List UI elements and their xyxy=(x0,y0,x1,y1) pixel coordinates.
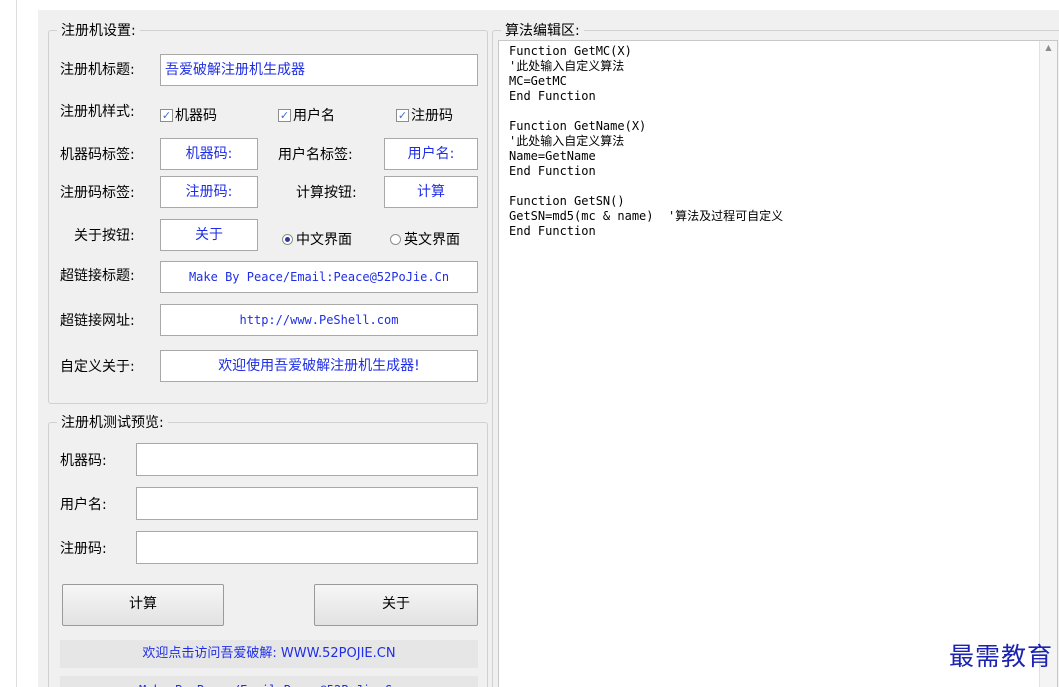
preview-footer-text: Make By Peace/Email:Peace@52PoJie.Cn xyxy=(60,676,478,687)
title-input[interactable]: 吾爱破解注册机生成器 xyxy=(160,54,478,86)
preview-mc-input[interactable] xyxy=(136,443,478,476)
checkbox-checked-icon: ✓ xyxy=(396,108,409,122)
preview-name-input[interactable] xyxy=(136,487,478,520)
preview-legend: 注册机测试预览: xyxy=(61,415,164,431)
preview-about-button[interactable]: 关于 xyxy=(314,584,478,626)
code-text: Function GetMC(X) '此处输入自定义算法 MC=GetMC En… xyxy=(509,44,784,238)
scroll-up-arrow-icon[interactable]: ▲ xyxy=(1040,43,1057,52)
link-url-input[interactable]: http://www.PeShell.com xyxy=(160,304,478,336)
name-label-label: 用户名标签: xyxy=(278,147,353,163)
radio-chinese-ui[interactable]: 中文界面 xyxy=(282,229,352,249)
style-checkbox-reg-code[interactable]: ✓ 注册码 xyxy=(396,105,453,125)
style-label: 注册机样式: xyxy=(60,104,135,120)
mc-label-input[interactable]: 机器码: xyxy=(160,138,258,170)
sn-label-input[interactable]: 注册码: xyxy=(160,176,258,208)
watermark: 最需教育 xyxy=(948,642,1053,671)
title-label: 注册机标题: xyxy=(60,62,135,78)
editor-legend: 算法编辑区: xyxy=(505,23,580,39)
preview-mc-label: 机器码: xyxy=(60,453,107,469)
sn-label-label: 注册码标签: xyxy=(60,185,135,201)
mc-label-label: 机器码标签: xyxy=(60,147,135,163)
preview-name-label: 用户名: xyxy=(60,497,107,513)
calc-btn-input[interactable]: 计算 xyxy=(384,176,478,208)
style-checkbox-machine-code[interactable]: ✓ 机器码 xyxy=(160,105,217,125)
checkbox-checked-icon: ✓ xyxy=(278,108,291,122)
preview-calc-button[interactable]: 计算 xyxy=(62,584,224,626)
lang-option-label: 英文界面 xyxy=(404,232,460,248)
left-divider xyxy=(16,0,17,687)
preview-homepage-link[interactable]: 欢迎点击访问吾爱破解: WWW.52POJIE.CN xyxy=(60,640,478,668)
link-url-label: 超链接网址: xyxy=(60,313,135,329)
radio-english-ui[interactable]: 英文界面 xyxy=(390,229,460,249)
custom-about-input[interactable]: 欢迎使用吾爱破解注册机生成器! xyxy=(160,350,478,382)
settings-legend: 注册机设置: xyxy=(61,23,136,39)
radio-selected-icon xyxy=(282,233,293,245)
checkbox-checked-icon: ✓ xyxy=(160,108,173,122)
code-editor[interactable]: Function GetMC(X) '此处输入自定义算法 MC=GetMC En… xyxy=(498,40,1058,687)
vertical-scrollbar[interactable]: ▲ xyxy=(1039,41,1057,687)
keygen-generator-window: 注册机设置: 注册机标题: 吾爱破解注册机生成器 注册机样式: ✓ 机器码 ✓ 用户… xyxy=(38,10,1059,687)
style-option-label: 用户名 xyxy=(293,108,335,124)
preview-sn-input[interactable] xyxy=(136,531,478,564)
name-label-input[interactable]: 用户名: xyxy=(384,138,478,170)
preview-sn-label: 注册码: xyxy=(60,541,107,557)
calc-btn-label: 计算按钮: xyxy=(296,185,357,201)
link-title-label: 超链接标题: xyxy=(60,268,135,284)
style-checkbox-username[interactable]: ✓ 用户名 xyxy=(278,105,335,125)
about-btn-label: 关于按钮: xyxy=(74,228,135,244)
custom-about-label: 自定义关于: xyxy=(60,359,135,375)
link-title-input[interactable]: Make By Peace/Email:Peace@52PoJie.Cn xyxy=(160,261,478,293)
radio-unselected-icon xyxy=(390,233,401,245)
lang-option-label: 中文界面 xyxy=(296,232,352,248)
about-btn-input[interactable]: 关于 xyxy=(160,219,258,251)
style-option-label: 机器码 xyxy=(175,108,217,124)
style-option-label: 注册码 xyxy=(411,108,453,124)
